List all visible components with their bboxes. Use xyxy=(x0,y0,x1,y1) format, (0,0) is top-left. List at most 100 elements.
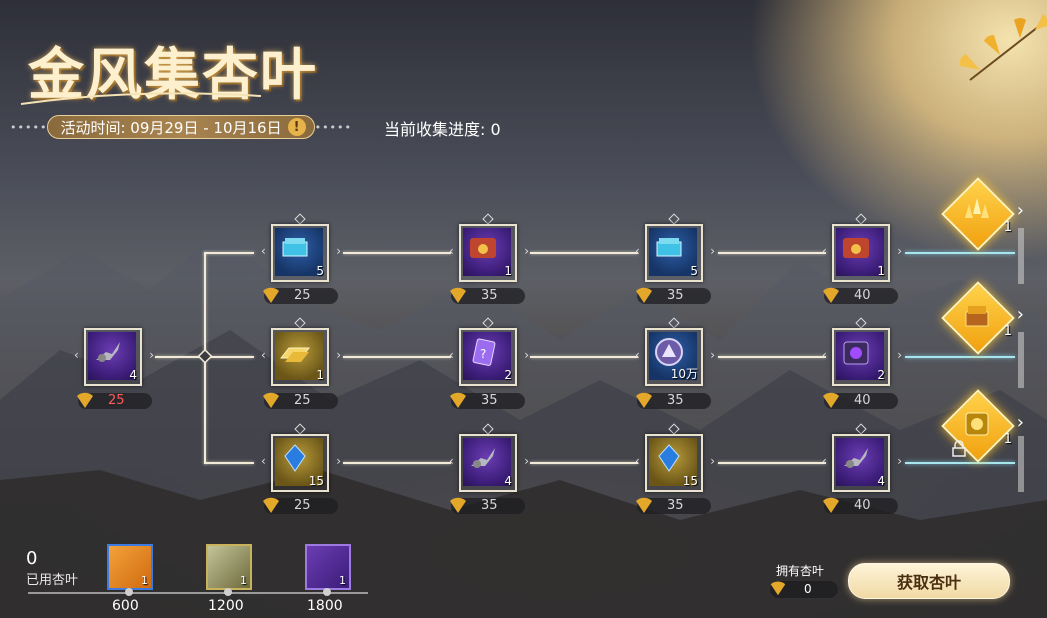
arrow-left-icon: ‹ xyxy=(822,348,827,362)
arrow-right-icon: › xyxy=(336,348,341,362)
milestone-reward-paw-scroll[interactable]: 1 xyxy=(305,544,351,590)
final-reward-treasure[interactable]: 1 › xyxy=(941,281,1024,355)
leaf-cost: 25 xyxy=(263,287,338,304)
connector-line-active xyxy=(905,462,1015,464)
dots-decoration-right: ••••• xyxy=(314,120,353,134)
arrow-left-icon: ‹ xyxy=(261,244,266,258)
ginkgo-branch-decoration xyxy=(959,14,1047,81)
arrow-right-icon: › xyxy=(149,348,154,362)
lock-icon xyxy=(952,440,966,457)
milestone-tick xyxy=(323,588,331,596)
cost-value: 35 xyxy=(667,498,684,513)
activity-time-label: 活动时间: 09月29日 - 10月16日 xyxy=(60,118,282,137)
owned-leaves-label: 拥有杏叶 xyxy=(776,564,825,578)
ginkgo-leaf-icon xyxy=(77,392,93,408)
arrow-left-icon: ‹ xyxy=(822,244,827,258)
cost-value: 25 xyxy=(294,498,311,513)
cost-value: 35 xyxy=(481,288,498,303)
arrow-left-icon: ‹ xyxy=(449,244,454,258)
connector-line xyxy=(530,356,638,358)
reward-node[interactable]: ‹ 1 › xyxy=(449,213,529,282)
owned-leaves-value: 0 xyxy=(804,582,812,596)
arrow-left-icon: ‹ xyxy=(449,454,454,468)
connector-line xyxy=(530,252,638,254)
get-leaves-button-label: 获取杏叶 xyxy=(896,573,961,592)
milestone-reward-silver-chest[interactable]: 1 xyxy=(206,544,252,590)
arrow-left-icon: ‹ xyxy=(635,244,640,258)
activity-time-bar: ••••• 活动时间: 09月29日 - 10月16日 ! ••••• xyxy=(10,115,352,139)
reward-node[interactable]: ‹ 4 › xyxy=(822,423,902,492)
arrow-right-icon: › xyxy=(524,454,529,468)
reward-node[interactable]: ‹ 15 › xyxy=(261,423,341,492)
blue-gem-icon xyxy=(284,444,306,472)
item-quantity: 1 xyxy=(316,368,324,382)
item-quantity: 1 xyxy=(877,264,885,278)
cost-value: 35 xyxy=(481,393,498,408)
arrow-right-icon: › xyxy=(710,244,715,258)
connector-line xyxy=(204,462,254,464)
milestone-threshold: 600 xyxy=(112,598,139,614)
get-leaves-button[interactable]: 获取杏叶 xyxy=(848,563,1010,599)
collection-progress: 当前收集进度: 0 xyxy=(384,120,501,139)
item-quantity: 4 xyxy=(877,474,885,488)
connector-line xyxy=(718,462,826,464)
start-reward-node[interactable]: ‹ 4 › xyxy=(74,328,154,386)
arrow-left-icon: ‹ xyxy=(261,454,266,468)
reward-node[interactable]: ‹ 5 › xyxy=(261,213,341,282)
info-warning-icon[interactable]: ! xyxy=(287,118,306,136)
reward-node[interactable]: ‹ 1 › xyxy=(261,317,341,386)
leaf-cost: 35 xyxy=(450,497,525,514)
item-quantity: 10万 xyxy=(670,367,698,381)
connector-line xyxy=(343,462,451,464)
connector-line-active xyxy=(905,356,1015,358)
paw-scroll-icon xyxy=(843,238,869,258)
bone-fragment-icon xyxy=(844,448,868,468)
right-rail xyxy=(1018,228,1024,284)
paw-scroll-icon xyxy=(470,238,496,258)
arrow-right-icon: › xyxy=(897,244,902,258)
activity-time-pill: 活动时间: 09月29日 - 10月16日 ! xyxy=(47,115,315,139)
cyan-chest-icon xyxy=(656,238,682,257)
milestone-progress-track xyxy=(28,592,368,594)
owned-leaves-counter: 0 xyxy=(770,581,838,598)
item-quantity: 2 xyxy=(504,368,512,382)
arrow-left-icon: ‹ xyxy=(74,348,79,362)
arrow-left-icon: ‹ xyxy=(635,454,640,468)
reward-node[interactable]: ‹ 15 › xyxy=(635,423,715,492)
arrow-left-icon: ‹ xyxy=(635,348,640,362)
svg-text:?: ? xyxy=(480,347,486,361)
reward-node[interactable]: ‹ 5 › xyxy=(635,213,715,282)
reward-node[interactable]: ‹ ? 2 › xyxy=(449,317,529,386)
arrow-right-icon: › xyxy=(897,454,902,468)
reward-node[interactable]: ‹ 10万 › xyxy=(635,317,715,386)
ginkgo-leaf-icon xyxy=(823,497,839,513)
chevron-right-icon: › xyxy=(1016,412,1024,433)
ginkgo-leaf-icon xyxy=(823,392,839,408)
ginkgo-leaf-icon xyxy=(770,581,786,596)
purple-tome-icon xyxy=(843,341,869,365)
connector-line xyxy=(530,462,638,464)
ginkgo-leaf-icon xyxy=(636,497,652,513)
item-quantity: 4 xyxy=(504,474,512,488)
leaf-cost: 35 xyxy=(636,497,711,514)
reward-node[interactable]: ‹ 2 › xyxy=(822,317,902,386)
leaf-cost: 25 xyxy=(263,497,338,514)
leaf-cost: 35 xyxy=(636,287,711,304)
blue-gem-icon xyxy=(658,444,680,472)
arrow-right-icon: › xyxy=(336,244,341,258)
connector-line xyxy=(718,356,826,358)
item-quantity: 5 xyxy=(316,264,324,278)
item-quantity: 1 xyxy=(1003,220,1012,235)
ginkgo-leaf-icon xyxy=(823,287,839,303)
item-quantity: 1 xyxy=(240,574,247,587)
final-reward-crystal[interactable]: 1 › xyxy=(941,177,1024,251)
ginkgo-leaf-icon xyxy=(636,392,652,408)
reward-node[interactable]: ‹ 4 › xyxy=(449,423,529,492)
milestone-reward-orange-chest[interactable]: 1 xyxy=(107,544,153,590)
cost-value: 40 xyxy=(854,393,871,408)
gold-bars-icon xyxy=(279,347,311,362)
treasure-box-icon xyxy=(965,306,989,327)
reward-node[interactable]: ‹ 1 › xyxy=(822,213,902,282)
bone-fragment-icon xyxy=(96,342,120,362)
mystery-card-icon: ? xyxy=(472,338,496,366)
